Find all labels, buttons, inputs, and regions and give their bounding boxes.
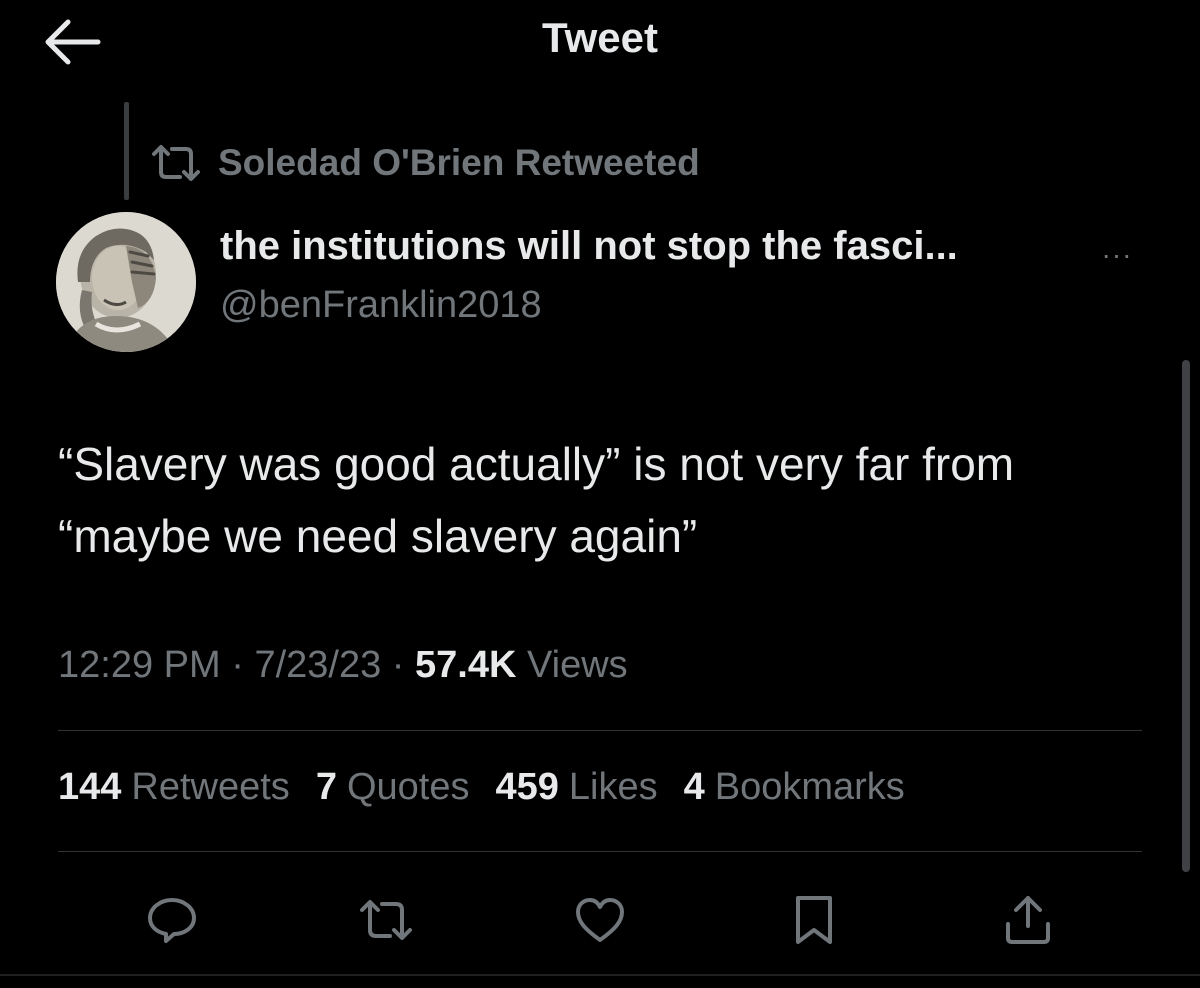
- stat-count: 7: [315, 766, 337, 808]
- tweet-text: “Slavery was good actually” is not very …: [58, 438, 1015, 562]
- reply-button[interactable]: [144, 892, 200, 948]
- views-label: Views: [526, 644, 628, 686]
- heart-icon: [576, 898, 624, 942]
- divider: [58, 730, 1142, 731]
- tweet-time[interactable]: 12:29 PM: [58, 644, 221, 686]
- stat-bookmarks[interactable]: 4 Bookmarks: [684, 766, 905, 809]
- bookmark-icon: [796, 896, 832, 944]
- share-icon: [1006, 896, 1050, 944]
- like-button[interactable]: [572, 892, 628, 948]
- engagement-stats: 144 Retweets 7 Quotes 459 Likes 4 Bookmarks: [58, 766, 905, 809]
- stat-label: Quotes: [346, 766, 470, 808]
- page-title: Tweet: [542, 14, 658, 61]
- tweet-date[interactable]: 7/23/23: [254, 644, 381, 686]
- retweet-context[interactable]: Soledad O'Brien Retweeted: [150, 136, 700, 190]
- author-handle[interactable]: @benFranklin2018: [220, 284, 542, 327]
- top-bar: Tweet: [0, 0, 1200, 90]
- avatar[interactable]: [56, 212, 196, 352]
- stat-label: Bookmarks: [714, 766, 905, 808]
- divider: [58, 851, 1142, 852]
- retweet-icon: [360, 900, 412, 940]
- meta-separator: ·: [231, 644, 244, 686]
- stat-label: Retweets: [131, 766, 290, 808]
- tweet-detail-page: Tweet Soledad O'Brien Retweeted the inst…: [0, 0, 1200, 988]
- stat-quotes[interactable]: 7 Quotes: [316, 766, 470, 809]
- bookmark-button[interactable]: [786, 892, 842, 948]
- more-dots-icon: ···: [1101, 239, 1133, 270]
- stat-retweets[interactable]: 144 Retweets: [58, 766, 290, 809]
- author-display-name[interactable]: the institutions will not stop the fasci…: [220, 224, 958, 269]
- thread-connector-line: [124, 102, 129, 200]
- stat-count: 459: [495, 766, 559, 808]
- stat-count: 4: [683, 766, 705, 808]
- stat-label: Likes: [568, 766, 658, 808]
- stat-likes[interactable]: 459 Likes: [495, 766, 657, 809]
- retweet-button[interactable]: [358, 892, 414, 948]
- scrollbar[interactable]: [1182, 360, 1190, 872]
- more-options-button[interactable]: ···: [1092, 240, 1142, 270]
- avatar-image: [56, 212, 196, 352]
- retweet-icon: [152, 145, 200, 181]
- tweet-meta: 12:29 PM · 7/23/23 · 57.4K Views: [58, 644, 628, 687]
- views-count: 57.4K: [415, 644, 517, 686]
- reply-icon: [148, 898, 196, 943]
- retweet-context-label: Soledad O'Brien Retweeted: [218, 142, 700, 183]
- share-button[interactable]: [1000, 892, 1056, 948]
- stat-count: 144: [58, 766, 122, 808]
- meta-separator: ·: [391, 644, 405, 686]
- bottom-divider: [0, 974, 1200, 976]
